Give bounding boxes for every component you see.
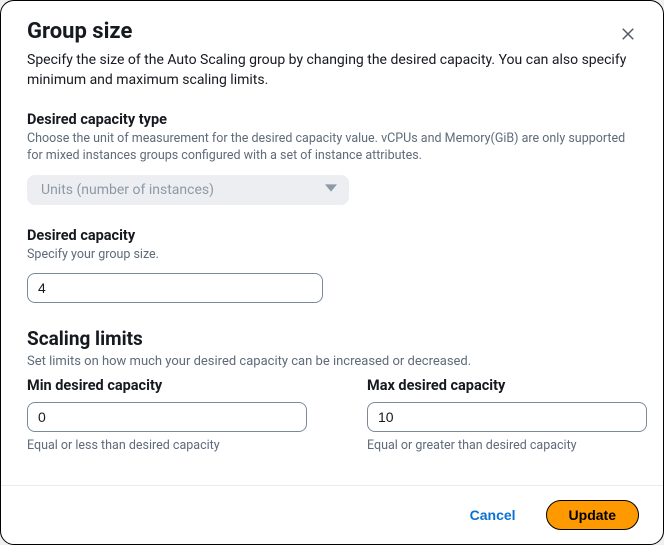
max-capacity-input[interactable]	[367, 402, 647, 432]
desired-capacity-label: Desired capacity	[27, 227, 637, 244]
max-capacity-label: Max desired capacity	[367, 377, 647, 394]
scaling-limits-subtitle: Set limits on how much your desired capa…	[27, 354, 637, 369]
modal-body: Group size Specify the size of the Auto …	[1, 1, 663, 485]
capacity-type-helper: Choose the unit of measurement for the d…	[27, 130, 637, 165]
desired-capacity-type-field: Desired capacity type Choose the unit of…	[27, 111, 637, 227]
close-button[interactable]	[615, 21, 641, 50]
min-capacity-label: Min desired capacity	[27, 377, 307, 394]
group-size-modal: Group size Specify the size of the Auto …	[0, 0, 664, 545]
min-capacity-hint: Equal or less than desired capacity	[27, 438, 307, 453]
close-icon	[619, 31, 637, 46]
capacity-type-selected: Units (number of instances)	[41, 182, 214, 198]
chevron-down-icon	[325, 182, 337, 198]
cancel-button[interactable]: Cancel	[460, 501, 526, 529]
update-button[interactable]: Update	[546, 500, 639, 530]
modal-header: Group size	[27, 19, 637, 50]
scaling-limits-section: Scaling limits Set limits on how much yo…	[27, 327, 637, 453]
limits-row: Min desired capacity Equal or less than …	[27, 377, 637, 453]
min-capacity-input[interactable]	[27, 402, 307, 432]
capacity-type-label: Desired capacity type	[27, 111, 637, 128]
max-capacity-field: Max desired capacity Equal or greater th…	[367, 377, 647, 453]
max-capacity-hint: Equal or greater than desired capacity	[367, 438, 647, 453]
min-capacity-field: Min desired capacity Equal or less than …	[27, 377, 307, 453]
modal-subtitle: Specify the size of the Auto Scaling gro…	[27, 50, 637, 91]
desired-capacity-helper: Specify your group size.	[27, 246, 637, 264]
desired-capacity-input[interactable]	[27, 273, 323, 303]
capacity-type-select: Units (number of instances)	[27, 175, 349, 205]
scaling-limits-title: Scaling limits	[27, 327, 637, 350]
desired-capacity-field: Desired capacity Specify your group size…	[27, 227, 637, 304]
modal-footer: Cancel Update	[1, 485, 663, 544]
modal-title: Group size	[27, 19, 132, 44]
